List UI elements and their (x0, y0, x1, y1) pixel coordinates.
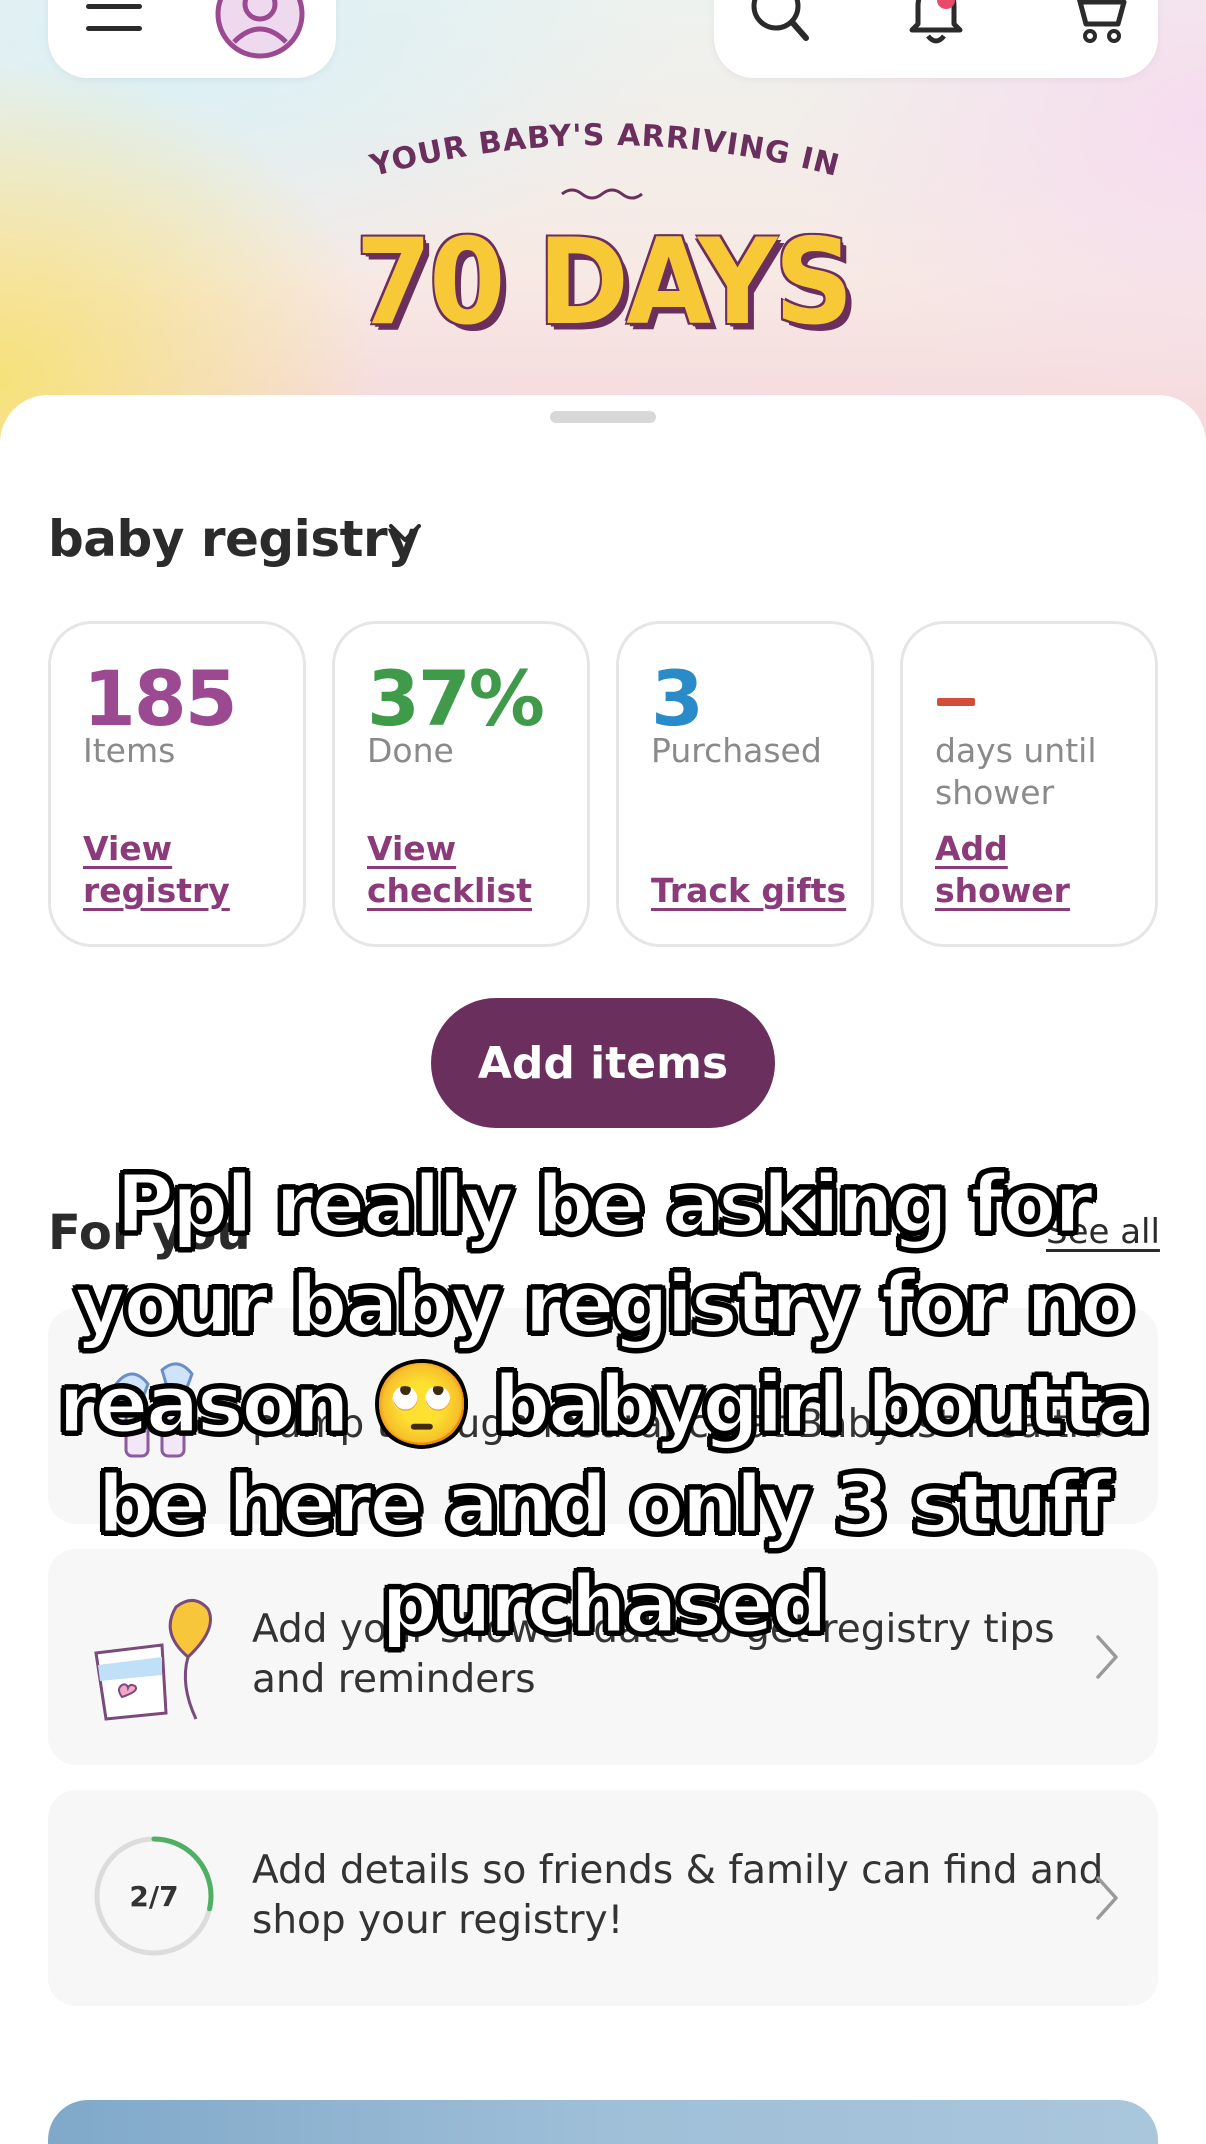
view-registry-link[interactable]: View registry (83, 828, 293, 912)
stat-label: days until shower (935, 731, 1097, 812)
shower-gift-balloon-icon (92, 1595, 222, 1730)
registry-sheet: baby registry 185 Items View registry 37… (0, 395, 1206, 2144)
for-you-item-text: Add your shower date to get registry tip… (252, 1607, 1055, 1702)
for-you-item-shower-date[interactable]: Add your shower date to get registry tip… (48, 1549, 1158, 1765)
sheet-grabber[interactable] (550, 411, 656, 423)
menu-icon[interactable] (86, 0, 142, 45)
for-you-item-registry-details[interactable]: 2/7 Add details so friends & family can … (48, 1790, 1158, 2006)
chevron-right-icon (1094, 1874, 1120, 1927)
add-shower-link[interactable]: Add shower (935, 828, 1145, 912)
track-gifts-link[interactable]: Track gifts (651, 870, 861, 912)
stat-card-purchased: 3 Purchased Track gifts (616, 621, 874, 947)
hero-header: YOUR BABY'S ARRIVING IN 70 DAYS (0, 0, 1206, 460)
view-checklist-link[interactable]: View checklist (367, 828, 577, 912)
stat-card-done: 37% Done View checklist (332, 621, 590, 947)
registry-selector-title[interactable]: baby registry (48, 510, 420, 568)
chevron-right-icon (1094, 1633, 1120, 1686)
add-items-button[interactable]: Add items (431, 998, 775, 1128)
empty-value-dash (937, 698, 975, 706)
notification-bell-icon[interactable] (906, 0, 966, 53)
chevron-right-icon (1094, 1392, 1120, 1445)
progress-ring: 2/7 (92, 1834, 216, 1963)
for-you-item-insurance-pump[interactable]: pump through insurance at Babylist Healt… (48, 1308, 1158, 1524)
breast-pump-icon (112, 1360, 202, 1475)
see-all-link[interactable]: See all (1046, 1212, 1160, 1252)
svg-text:2/7: 2/7 (129, 1880, 178, 1913)
days-countdown: 70 DAYS (355, 212, 853, 352)
chevron-down-icon[interactable] (388, 523, 422, 550)
for-you-item-text: Add details so friends & family can find… (252, 1848, 1104, 1943)
stat-card-items: 185 Items View registry (48, 621, 306, 947)
stat-label: Items (83, 731, 176, 770)
stat-label: Done (367, 731, 454, 770)
cart-icon[interactable] (1066, 0, 1130, 53)
profile-avatar-icon[interactable] (214, 0, 306, 65)
arriving-headline: YOUR BABY'S ARRIVING IN (366, 118, 844, 200)
stat-label: Purchased (651, 731, 822, 770)
stat-card-shower: days until shower Add shower (900, 621, 1158, 947)
svg-text:YOUR BABY'S ARRIVING IN: YOUR BABY'S ARRIVING IN (366, 118, 844, 184)
promo-banner[interactable] (48, 2100, 1158, 2144)
for-you-heading: For you (48, 1205, 251, 1261)
search-icon[interactable] (748, 0, 812, 53)
for-you-item-text: pump through insurance at Babylist Healt… (252, 1402, 1094, 1447)
